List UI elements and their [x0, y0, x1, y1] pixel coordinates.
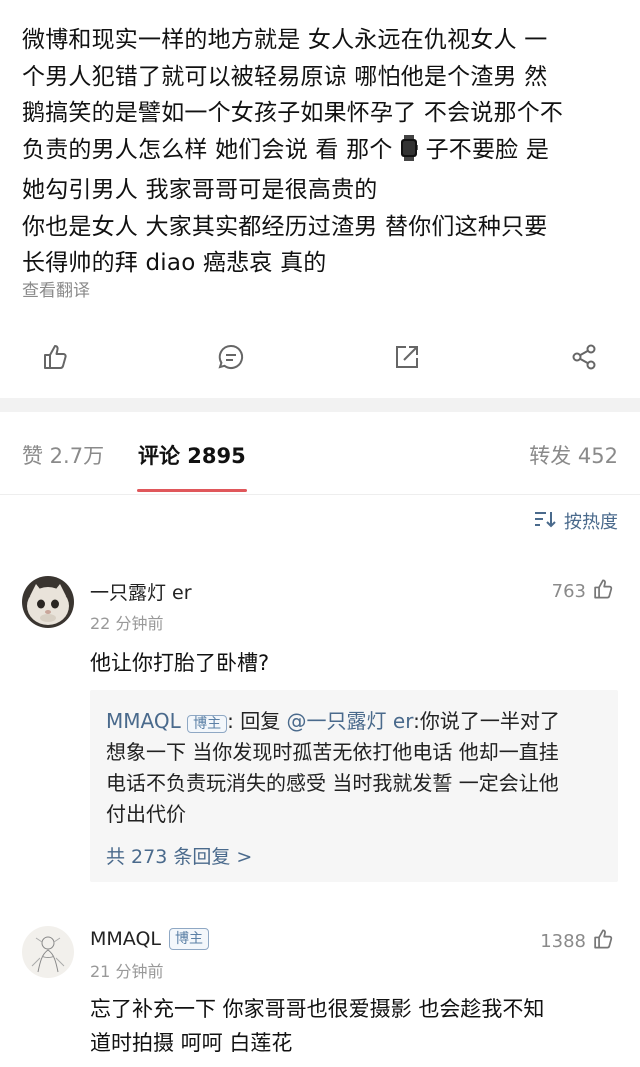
post-line: 你也是女人 大家其实都经历过渣男 替你们这种只要 — [22, 213, 548, 240]
like-count: 1388 — [540, 931, 586, 952]
reply-author[interactable]: MMAQL — [106, 709, 181, 733]
translate-link[interactable]: 查看翻译 — [22, 276, 90, 301]
comment-author[interactable]: MMAQL 博主 — [90, 928, 209, 950]
sort-icon — [534, 510, 556, 533]
comment-text: 他让你打胎了卧槽? — [90, 651, 270, 675]
reply-text: MMAQL 博主: 回复 @一只露灯 er:你说了一半对了 想象一下 当你发现时… — [106, 706, 606, 830]
comment-time: 22 分钟前 — [90, 614, 164, 633]
watch-icon — [400, 134, 419, 173]
post-text: 微博和现实一样的地方就是 女人永远在仇视女人 一 个男人犯错了就可以被轻易原谅 … — [22, 22, 622, 282]
tab-reposts[interactable]: 转发 452 — [529, 440, 618, 470]
author-badge: 博主 — [187, 715, 228, 733]
repost-icon[interactable] — [390, 340, 424, 374]
post-line: 微博和现实一样的地方就是 女人永远在仇视女人 一 — [22, 27, 548, 53]
comment-author[interactable]: 一只露灯 er — [90, 578, 192, 605]
comment-time: 21 分钟前 — [90, 962, 164, 981]
tab-likes[interactable]: 赞 2.7万 — [22, 440, 104, 470]
like-count: 763 — [551, 581, 586, 602]
post-line: 长得帅的拜 diao 癌悲哀 真的 — [22, 250, 327, 276]
thumbs-up-icon — [592, 578, 614, 605]
active-tab-indicator — [137, 489, 247, 492]
avatar[interactable] — [22, 926, 74, 978]
comment-like-button[interactable]: 1388 — [540, 928, 614, 955]
tab-comments[interactable]: 评论 2895 — [138, 440, 246, 470]
comment-text: 忘了补充一下 你家哥哥也很爱摄影 也会趁我不知 道时拍摄 呵呵 白莲花 — [90, 997, 545, 1055]
author-badge: 博主 — [169, 928, 209, 950]
reply-line: 电话不负责玩消失的感受 当时我就发誓 一定会让他 — [106, 771, 559, 795]
view-replies-link[interactable]: 共 273 条回复 > — [106, 842, 252, 869]
mention-link[interactable]: @一只露灯 er — [287, 709, 414, 733]
tab-bar: 赞 2.7万 评论 2895 转发 452 — [0, 412, 640, 495]
share-icon[interactable] — [567, 340, 601, 374]
comment-icon[interactable] — [214, 340, 248, 374]
thumbs-up-icon[interactable] — [38, 340, 72, 374]
post-line: 个男人犯错了就可以被轻易原谅 哪怕他是个渣男 然 — [22, 63, 548, 90]
post-line: 负责的男人怎么样 她们会说 看 那个 子不要脸 是 — [22, 132, 622, 173]
post-line: 她勾引男人 我家哥哥可是很高贵的 — [22, 177, 378, 203]
post-line: 鹅搞笑的是譬如一个女孩子如果怀孕了 不会说那个不 — [22, 100, 564, 126]
post-actions — [0, 340, 640, 380]
reply-line: 付出代价 — [106, 802, 186, 826]
thumbs-up-icon — [592, 928, 614, 955]
comment-like-button[interactable]: 763 — [552, 578, 614, 605]
sort-label: 按热度 — [564, 512, 618, 533]
sort-button[interactable]: 按热度 — [534, 508, 618, 534]
reply-preview[interactable]: MMAQL 博主: 回复 @一只露灯 er:你说了一半对了 想象一下 当你发现时… — [90, 690, 618, 882]
reply-line: 想象一下 当你发现时孤苦无依打他电话 他却一直挂 — [106, 740, 559, 764]
avatar[interactable] — [22, 576, 74, 628]
section-divider — [0, 398, 640, 412]
